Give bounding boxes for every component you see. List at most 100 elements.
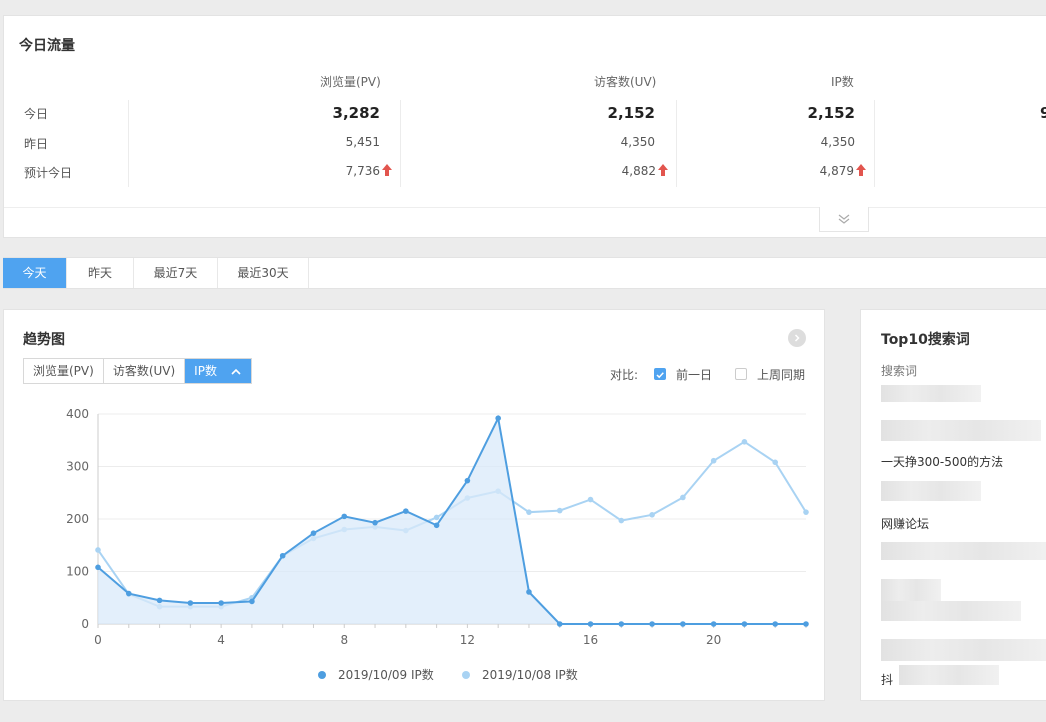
redacted-keyword — [881, 601, 1021, 621]
x-tick-label: 8 — [340, 633, 348, 647]
tab-last-30-days[interactable]: 最近30天 — [218, 258, 309, 288]
data-point-1 — [772, 459, 779, 466]
column-header-ip: IP数 — [831, 75, 854, 89]
tab-today[interactable]: 今天 — [3, 258, 67, 288]
redacted-keyword — [881, 639, 1046, 661]
data-point-0 — [95, 564, 101, 571]
uv-today: 2,152 — [607, 104, 655, 122]
y-tick-label: 0 — [81, 617, 89, 631]
trend-chart: 0 100 200 300 400 0 4 8 12 16 20 2019/10/09 IP数 2019… — [66, 407, 809, 682]
pv-today: 3,282 — [332, 104, 380, 122]
trend-card: 趋势图 浏览量(PV) 访客数(UV) IP数 对比: 前一日 上周同期 0 10… — [3, 309, 825, 701]
uv-forecast: 4,882 — [532, 164, 668, 178]
row-label-forecast: 预计今日 — [24, 166, 73, 180]
data-point-0 — [341, 513, 348, 520]
up-arrow-icon — [382, 164, 392, 176]
legend-label-1: 2019/10/08 IP数 — [482, 667, 578, 682]
ip-forecast: 4,879 — [730, 164, 866, 178]
column-divider — [400, 100, 401, 187]
data-point-0 — [433, 522, 440, 529]
data-point-0 — [587, 621, 594, 627]
data-point-0 — [772, 621, 779, 627]
data-point-1 — [803, 509, 809, 515]
redacted-keyword — [881, 481, 981, 501]
uv-yesterday: 4,350 — [620, 135, 655, 149]
data-point-0 — [741, 621, 748, 627]
y-tick-label: 200 — [66, 512, 89, 526]
data-point-0 — [403, 508, 409, 514]
expand-button[interactable] — [819, 207, 869, 232]
data-point-0 — [680, 621, 686, 627]
extra-column-today: 9 — [1040, 104, 1046, 122]
uv-forecast-value: 4,882 — [621, 164, 656, 178]
legend-marker-0 — [318, 671, 326, 679]
data-point-0 — [156, 597, 163, 604]
y-tick-label: 300 — [66, 460, 89, 474]
data-point-0 — [218, 600, 224, 606]
data-point-0 — [249, 598, 255, 605]
x-tick-label: 16 — [583, 633, 598, 647]
redacted-keyword — [899, 665, 999, 685]
redacted-keyword — [881, 542, 1046, 560]
column-header-pv: 浏览量(PV) — [320, 75, 381, 89]
legend-marker-1 — [462, 671, 470, 679]
redacted-keyword — [881, 385, 981, 402]
pv-forecast-value: 7,736 — [345, 164, 380, 178]
traffic-card: 今日流量 浏览量(PV) 访客数(UV) IP数 今日 昨日 预计今日 3,28… — [3, 15, 1046, 238]
tab-last-7-days[interactable]: 最近7天 — [134, 258, 218, 288]
data-point-0 — [464, 477, 471, 484]
column-divider — [874, 100, 875, 187]
series-area-0 — [98, 418, 806, 624]
data-point-0 — [125, 590, 132, 597]
data-point-0 — [556, 621, 563, 627]
data-point-0 — [803, 621, 809, 627]
data-point-0 — [618, 621, 625, 627]
row-label-yesterday: 昨日 — [24, 137, 49, 151]
keyword-item[interactable]: 抖 — [881, 671, 893, 688]
data-point-1 — [95, 547, 101, 553]
top10-title: Top10搜索词 — [881, 332, 970, 348]
data-point-0 — [372, 519, 378, 526]
redacted-keyword — [881, 579, 941, 601]
data-point-0 — [526, 589, 532, 595]
ip-yesterday: 4,350 — [820, 135, 855, 149]
divider — [4, 207, 1046, 208]
redacted-keyword — [881, 420, 1041, 441]
data-point-1 — [526, 509, 532, 515]
top10-column-header: 搜索词 — [881, 364, 918, 378]
up-arrow-icon — [856, 164, 866, 176]
tab-yesterday[interactable]: 昨天 — [67, 258, 134, 288]
legend-label-0: 2019/10/09 IP数 — [338, 667, 434, 682]
data-point-1 — [680, 494, 686, 501]
x-tick-label: 0 — [94, 633, 102, 647]
keyword-item[interactable]: 一天挣300-500的方法 — [881, 453, 1003, 470]
data-point-0 — [649, 621, 655, 627]
data-point-1 — [587, 496, 594, 503]
double-chevron-down-icon — [838, 214, 850, 224]
column-divider — [128, 100, 129, 187]
up-arrow-icon — [658, 164, 668, 176]
data-point-0 — [495, 415, 501, 421]
traffic-title: 今日流量 — [19, 38, 75, 54]
x-tick-label: 12 — [460, 633, 475, 647]
data-point-1 — [433, 514, 440, 521]
x-tick-label: 20 — [706, 633, 721, 647]
data-point-1 — [649, 512, 655, 518]
data-point-0 — [310, 530, 317, 536]
column-divider — [676, 100, 677, 187]
data-point-1 — [556, 507, 563, 514]
date-range-tabs: 今天 昨天 最近7天 最近30天 — [3, 257, 1046, 289]
column-header-uv: 访客数(UV) — [594, 75, 657, 89]
data-point-1 — [741, 439, 748, 445]
pv-forecast: 7,736 — [256, 164, 392, 178]
y-tick-label: 400 — [66, 407, 89, 421]
row-label-today: 今日 — [24, 107, 49, 121]
top10-card: Top10搜索词 搜索词 一天挣300-500的方法 网赚论坛 抖 — [860, 309, 1046, 701]
ip-forecast-value: 4,879 — [819, 164, 854, 178]
x-tick-label: 4 — [217, 633, 225, 647]
ip-today: 2,152 — [807, 104, 855, 122]
data-point-1 — [710, 457, 717, 464]
pv-yesterday: 5,451 — [345, 135, 380, 149]
data-point-0 — [187, 600, 194, 606]
keyword-item[interactable]: 网赚论坛 — [881, 515, 929, 532]
